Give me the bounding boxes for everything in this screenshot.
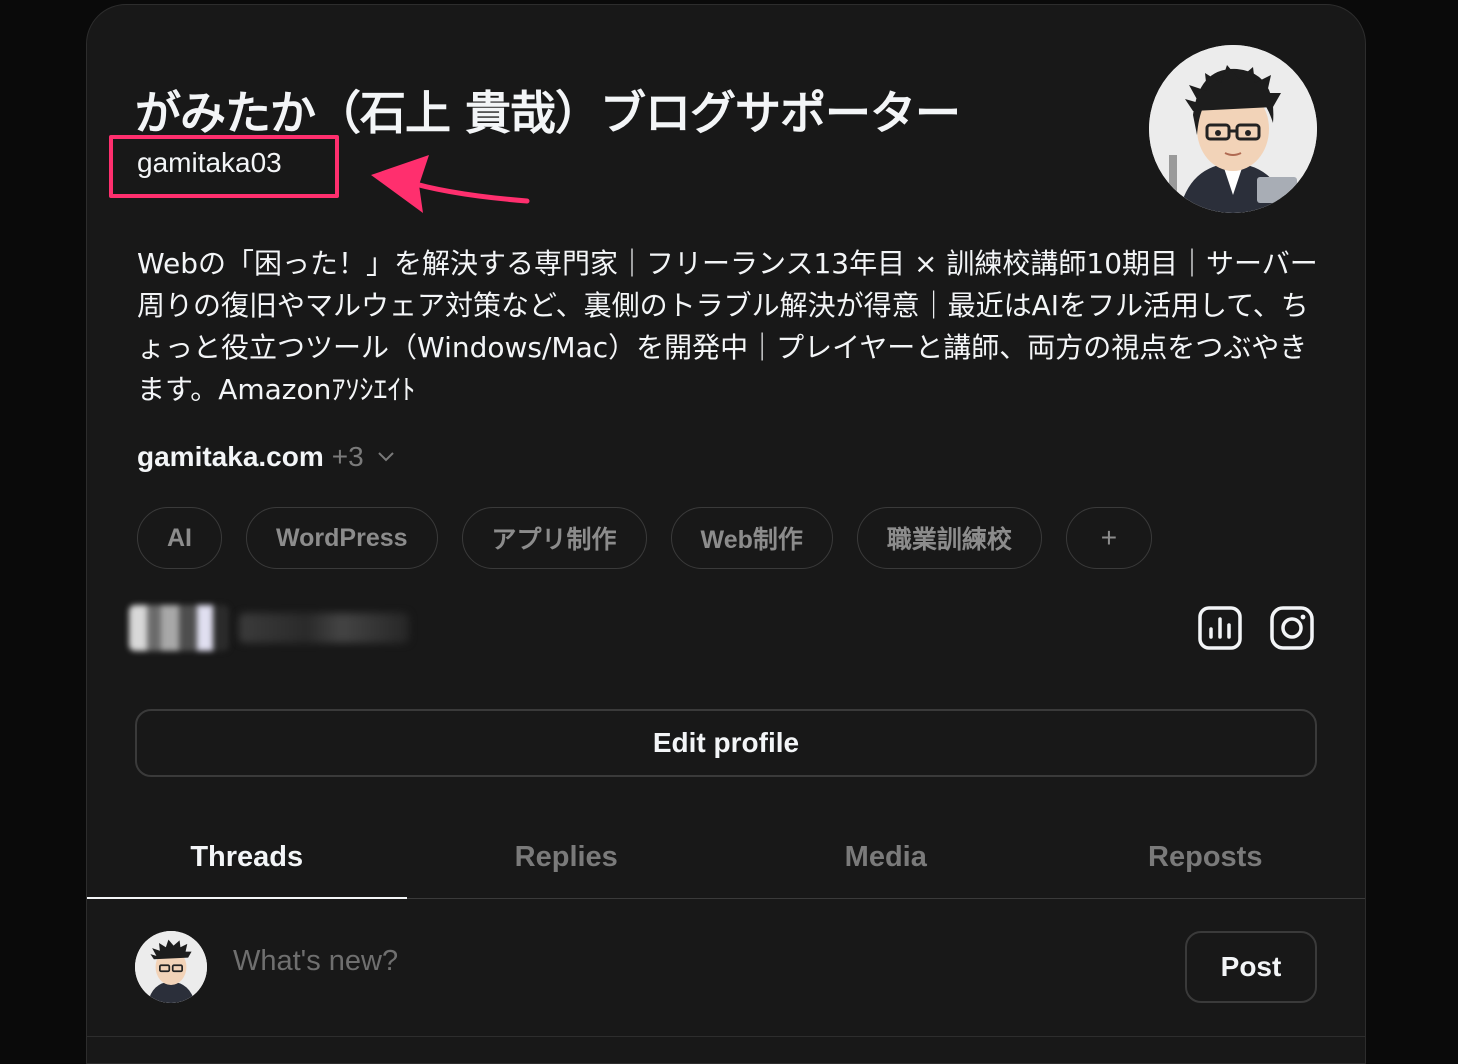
avatar-illustration [1149,45,1317,213]
tab-reposts[interactable]: Reposts [1046,817,1366,898]
website-domain[interactable]: gamitaka.com [137,441,324,473]
tag-app-development[interactable]: アプリ制作 [461,507,647,569]
profile-card: がみたか（石上 貴哉）ブログサポーター gamitaka03 Webの「困った！… [86,4,1366,1064]
composer-avatar[interactable] [135,931,207,1003]
tab-threads[interactable]: Threads [87,817,407,899]
website-link-row[interactable]: gamitaka.com +3 [137,441,396,473]
interest-tags: AI WordPress アプリ制作 Web制作 職業訓練校 + [137,507,1152,569]
post-button[interactable]: Post [1185,931,1317,1003]
follower-avatars-blurred [129,605,229,651]
annotation-arrow-icon [371,155,530,213]
add-tag-button[interactable]: + [1065,507,1152,569]
tag-web-development[interactable]: Web制作 [670,507,833,569]
bar-chart-icon[interactable] [1197,605,1243,651]
profile-bio: Webの「困った！」を解決する専門家｜フリーランス13年目 × 訓練校講師10期… [137,247,1318,406]
profile-avatar[interactable] [1149,45,1317,213]
followers-row-blurred[interactable] [129,605,409,651]
website-more-count[interactable]: +3 [332,441,364,473]
avatar-illustration [135,931,207,1003]
whats-new-input[interactable]: What's new? [233,945,398,978]
instagram-icon[interactable] [1269,605,1315,651]
annotation-highlight-box [109,135,339,198]
edit-profile-button[interactable]: Edit profile [135,709,1317,777]
tab-replies[interactable]: Replies [407,817,727,898]
follower-count-blurred [239,613,409,643]
display-name: がみたか（石上 貴哉）ブログサポーター [135,86,961,140]
profile-tabs: Threads Replies Media Reposts [87,817,1365,899]
chevron-down-icon[interactable] [376,444,396,470]
tag-wordpress[interactable]: WordPress [246,507,438,569]
tab-media[interactable]: Media [726,817,1046,898]
post-composer: What's new? Post [87,899,1365,1037]
tag-vocational-school[interactable]: 職業訓練校 [856,507,1042,569]
tag-ai[interactable]: AI [137,507,222,569]
